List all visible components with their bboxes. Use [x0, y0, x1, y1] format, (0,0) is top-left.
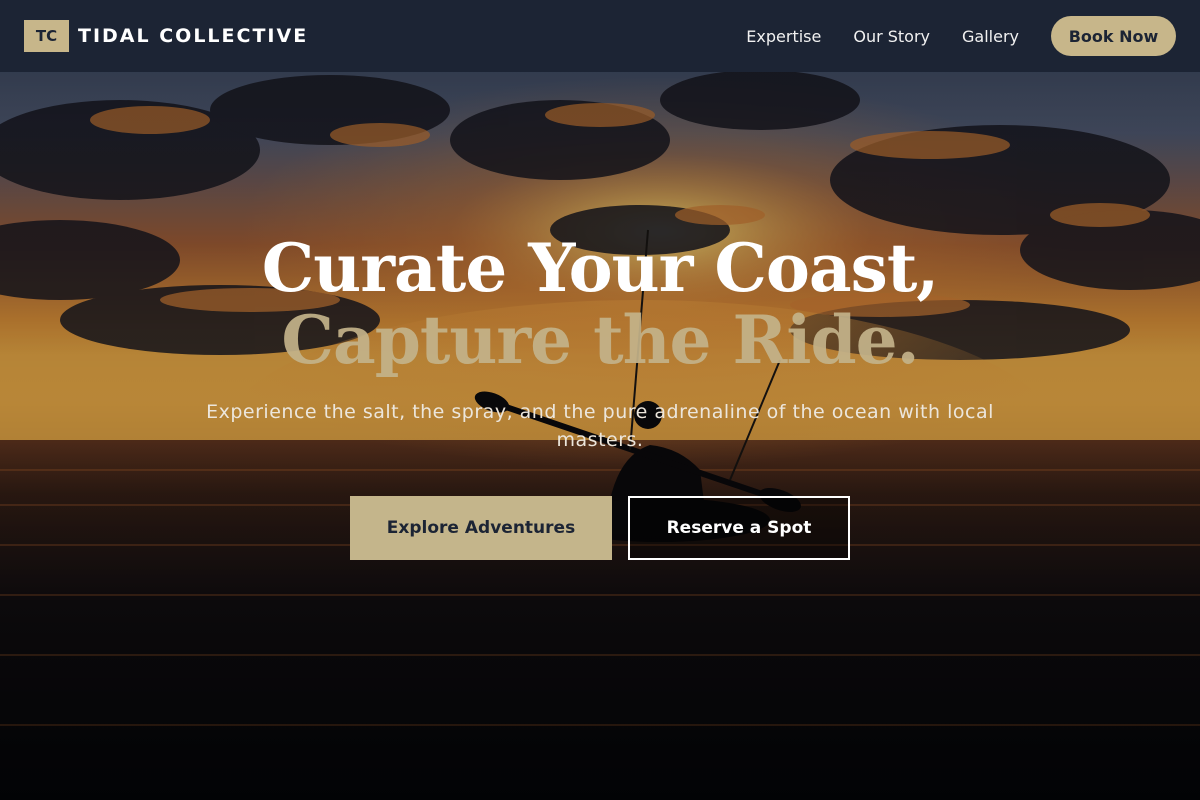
nav-link-expertise[interactable]: Expertise: [746, 27, 821, 46]
headline-line-1: Curate Your Coast,: [261, 229, 940, 307]
book-now-button[interactable]: Book Now: [1051, 16, 1176, 56]
hero-content: Curate Your Coast, Capture the Ride. Exp…: [0, 232, 1200, 560]
nav-link-gallery[interactable]: Gallery: [962, 27, 1019, 46]
headline-line-2: Capture the Ride.: [281, 301, 919, 379]
hero-subtitle: Experience the salt, the spray, and the …: [206, 401, 994, 451]
explore-adventures-button[interactable]: Explore Adventures: [350, 496, 612, 560]
nav-link-our-story[interactable]: Our Story: [853, 27, 930, 46]
cta-row: Explore Adventures Reserve a Spot: [0, 496, 1200, 560]
logo-badge[interactable]: TC: [24, 20, 69, 52]
hero-headline: Curate Your Coast, Capture the Ride.: [0, 232, 1200, 376]
top-navigation: TC TIDAL COLLECTIVE Expertise Our Story …: [0, 0, 1200, 72]
brand-name[interactable]: TIDAL COLLECTIVE: [78, 25, 308, 47]
reserve-spot-button[interactable]: Reserve a Spot: [628, 496, 850, 560]
nav-links: Expertise Our Story Gallery Book Now: [746, 16, 1176, 56]
